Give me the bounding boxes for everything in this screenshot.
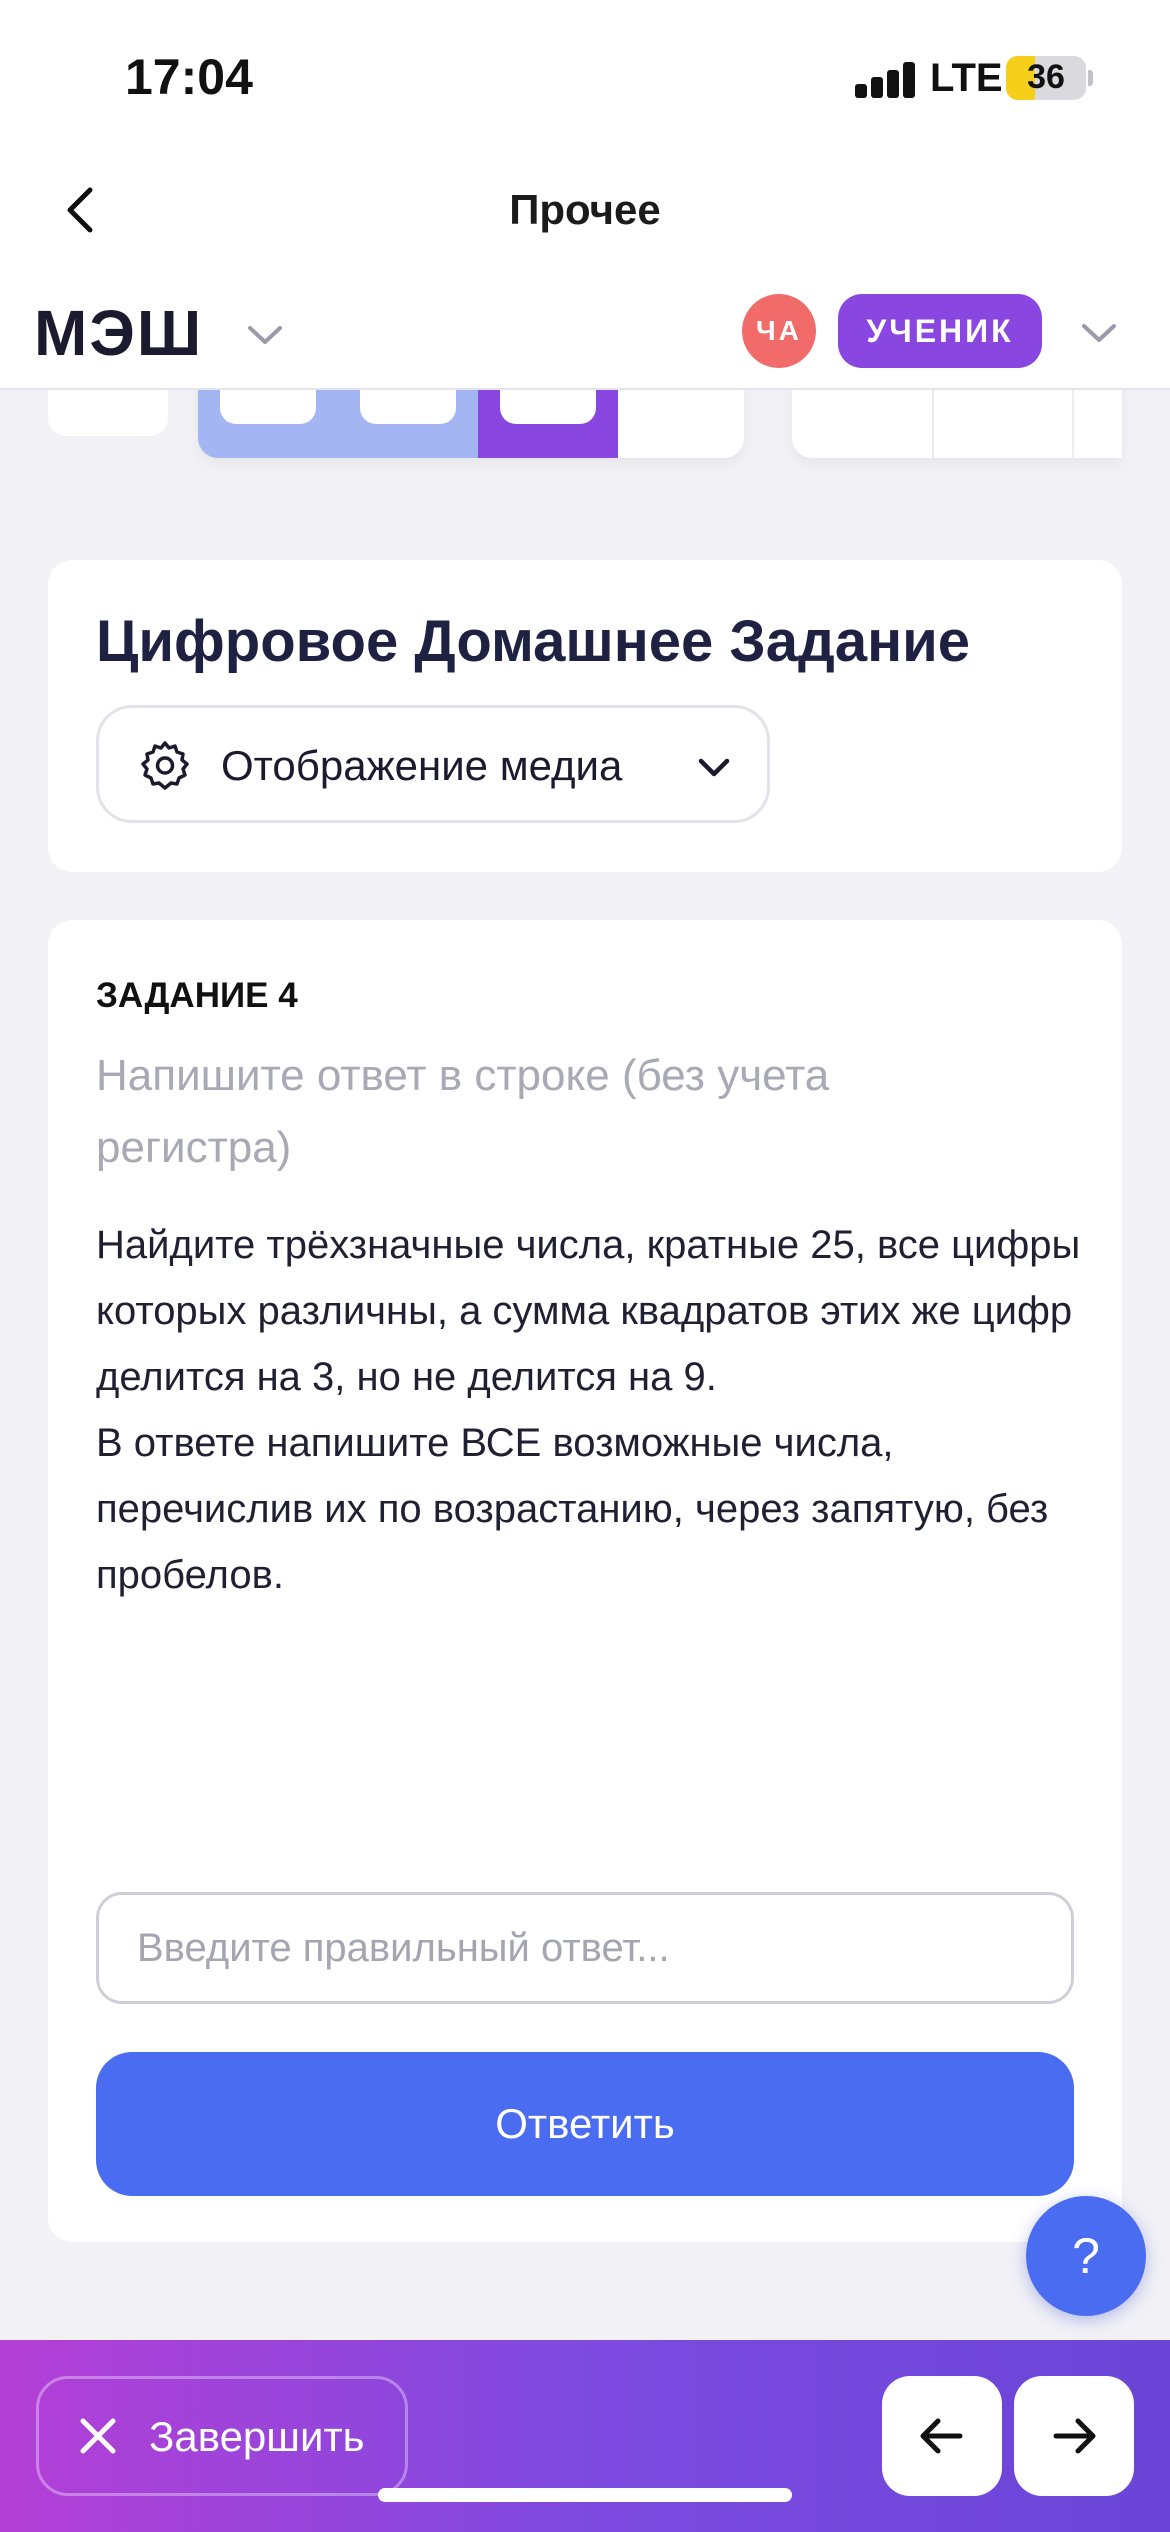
app-header: МЭШ ЧА УЧЕНИК xyxy=(0,280,1170,390)
role-badge[interactable]: УЧЕНИК xyxy=(838,294,1042,368)
network-type: LTE xyxy=(930,56,1003,100)
battery-tip xyxy=(1088,70,1093,86)
task-hint: Напишите ответ в строке (без учета регис… xyxy=(96,1051,830,1172)
task-number: ЗАДАНИЕ 4 xyxy=(96,976,298,1015)
submit-answer-button[interactable]: Ответить xyxy=(96,2052,1074,2196)
battery-icon: 36 xyxy=(1006,56,1086,100)
arrow-right-icon xyxy=(1053,2418,1096,2454)
chevron-down-icon[interactable] xyxy=(240,310,290,360)
finish-button[interactable]: Завершить xyxy=(36,2376,408,2496)
arrow-left-icon xyxy=(920,2418,963,2454)
task-card: ЗАДАНИЕ 4 Напишите ответ в строке (без у… xyxy=(48,920,1122,2242)
answer-input[interactable] xyxy=(96,1892,1074,2004)
status-bar: 17:04 LTE 36 xyxy=(0,0,1170,150)
previous-task-button[interactable] xyxy=(882,2376,1002,2496)
nav-title: Прочее xyxy=(509,186,661,233)
homework-card: Цифровое Домашнее Задание Отображение ме… xyxy=(48,560,1122,872)
media-display-label: Отображение медиа xyxy=(221,742,623,789)
nav-bar: Прочее xyxy=(0,150,1170,280)
homework-title: Цифровое Домашнее Задание xyxy=(96,609,971,674)
task-question-instructions: В ответе напишите ВСЕ возможные числа, п… xyxy=(96,1421,1049,1597)
task-strip: 2 3 4 5 6 7 xyxy=(0,368,1170,528)
media-display-select[interactable]: Отображение медиа xyxy=(96,705,770,823)
next-task-button[interactable] xyxy=(1014,2376,1134,2496)
help-button[interactable]: ? xyxy=(1026,2196,1146,2316)
close-icon xyxy=(80,2418,116,2454)
chevron-down-icon[interactable] xyxy=(1074,308,1124,358)
status-time: 17:04 xyxy=(125,49,253,105)
avatar[interactable]: ЧА xyxy=(742,294,816,368)
signal-icon xyxy=(855,62,915,98)
task-question-text: Найдите трёхзначные числа, кратные 25, в… xyxy=(96,1223,1081,1399)
chevron-down-icon xyxy=(698,758,730,777)
bottom-bar: Завершить xyxy=(0,2340,1170,2532)
gear-icon xyxy=(141,741,189,790)
battery-percent: 36 xyxy=(1027,58,1065,96)
app-logo[interactable]: МЭШ xyxy=(34,296,203,370)
finish-label: Завершить xyxy=(149,2413,365,2460)
task-question: Найдите трёхзначные числа, кратные 25, в… xyxy=(96,1212,1086,1608)
home-indicator xyxy=(378,2488,792,2502)
